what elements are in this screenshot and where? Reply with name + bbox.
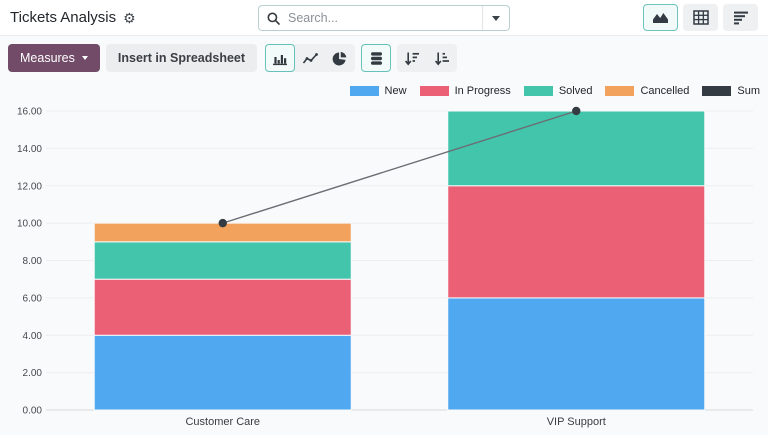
chart-type-group: [265, 44, 355, 72]
chart-plot[interactable]: 0.00 2.00 4.00 6.00 8.00 10.00 12.00 14.00 16.00…: [0, 80, 768, 435]
line-chart-icon: [302, 51, 318, 66]
sort-asc-icon: [434, 51, 450, 66]
sort-group: [397, 44, 457, 72]
top-navbar: Tickets Analysis ⚙: [0, 0, 768, 36]
bar-segment-in-progress[interactable]: [448, 186, 705, 298]
line-chart-button[interactable]: [295, 44, 325, 72]
pivot-view-button[interactable]: [683, 4, 718, 31]
bar-segment-new[interactable]: [94, 335, 351, 410]
view-switcher: [643, 4, 758, 31]
sort-descending-button[interactable]: [397, 44, 427, 72]
y-axis-tick-label: 14.00: [17, 144, 42, 155]
sum-point[interactable]: [572, 107, 580, 115]
legend-swatch: [350, 86, 379, 96]
bar-chart-button[interactable]: [265, 44, 295, 72]
list-view-button[interactable]: [723, 4, 758, 31]
area-chart-view-icon: [652, 10, 669, 25]
sum-point[interactable]: [219, 219, 227, 227]
search-bar[interactable]: [258, 5, 510, 31]
legend-swatch: [524, 86, 553, 96]
pie-chart-icon: [332, 51, 348, 66]
pivot-view-icon: [693, 10, 709, 25]
legend-swatch: [702, 86, 731, 96]
legend-item[interactable]: In Progress: [420, 85, 511, 97]
legend-item[interactable]: Cancelled: [605, 85, 689, 97]
legend-item[interactable]: New: [350, 85, 407, 97]
graph-view-button[interactable]: [643, 4, 678, 31]
search-input[interactable]: [286, 10, 482, 26]
y-axis-tick-label: 4.00: [23, 331, 43, 342]
bar-chart-icon: [272, 51, 288, 66]
pie-chart-button[interactable]: [325, 44, 355, 72]
gear-icon[interactable]: ⚙: [123, 11, 136, 25]
y-axis-tick-label: 16.00: [17, 107, 42, 118]
bar-segment-solved[interactable]: [448, 111, 705, 186]
breadcrumb: Tickets Analysis ⚙: [10, 9, 136, 26]
legend-swatch: [420, 86, 449, 96]
measures-label: Measures: [20, 51, 75, 65]
y-axis-tick-label: 8.00: [23, 256, 43, 267]
tickets-analysis-page: { "app": { "title": "Tickets Analysis" }…: [0, 0, 768, 433]
measures-button[interactable]: Measures: [8, 44, 100, 72]
y-axis-tick-label: 0.00: [23, 406, 43, 417]
sort-ascending-button[interactable]: [427, 44, 457, 72]
legend-label: Sum: [737, 85, 760, 97]
y-axis-tick-label: 2.00: [23, 368, 43, 379]
legend-swatch: [605, 86, 634, 96]
y-axis-tick-label: 10.00: [17, 219, 42, 230]
x-axis-category-label: Customer Care: [185, 416, 260, 428]
legend-label: Cancelled: [640, 85, 689, 97]
legend-label: Solved: [559, 85, 593, 97]
stacked-bar-chart: New In Progress Solved Cancelled Sum 0.00 2.0…: [0, 80, 768, 435]
caret-down-icon: [492, 16, 500, 21]
chart-legend: New In Progress Solved Cancelled Sum: [350, 85, 760, 97]
bar-segment-new[interactable]: [448, 298, 705, 410]
page-title: Tickets Analysis: [10, 9, 116, 26]
graph-control-panel: Measures Insert in Spreadsheet: [0, 36, 768, 80]
y-axis-tick-label: 12.00: [17, 181, 42, 192]
legend-label: In Progress: [455, 85, 511, 97]
bar-segment-solved[interactable]: [94, 242, 351, 279]
sort-desc-icon: [404, 51, 420, 66]
stacked-icon: [369, 51, 384, 66]
stacked-toggle-button[interactable]: [361, 44, 391, 72]
y-axis-tick-label: 6.00: [23, 293, 43, 304]
bar-segment-in-progress[interactable]: [94, 279, 351, 335]
search-dropdown-toggle[interactable]: [482, 6, 509, 30]
caret-down-icon: [82, 56, 88, 60]
search-icon: [267, 12, 280, 25]
legend-item[interactable]: Sum: [702, 85, 760, 97]
legend-item[interactable]: Solved: [524, 85, 593, 97]
list-view-icon: [733, 10, 749, 25]
legend-label: New: [385, 85, 407, 97]
x-axis-category-label: VIP Support: [547, 416, 606, 428]
insert-in-spreadsheet-button[interactable]: Insert in Spreadsheet: [106, 44, 257, 72]
